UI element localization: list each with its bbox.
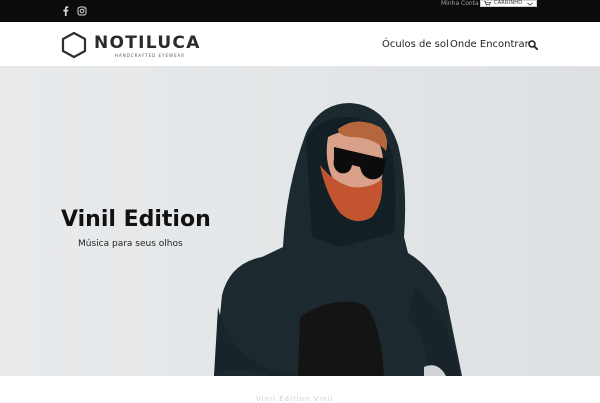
site-header: NOTILUCA HANDCRAFTED EYEWEAR Óculos de s… bbox=[0, 22, 600, 67]
top-bar: Minha Conta CARRINHO bbox=[0, 0, 600, 22]
hero-banner: Vinil Edition Música para seus olhos bbox=[0, 67, 600, 376]
search-icon[interactable] bbox=[528, 40, 538, 50]
hexagon-logo-icon[interactable] bbox=[61, 31, 87, 59]
instagram-icon[interactable] bbox=[76, 5, 88, 17]
logo-wordmark[interactable]: NOTILUCA bbox=[94, 34, 201, 53]
cart-label: CARRINHO bbox=[494, 0, 523, 6]
hero-subtitle: Música para seus olhos bbox=[78, 239, 183, 249]
chevron-down-icon bbox=[527, 2, 533, 6]
section-heading-partial: Vinil Edition Vinil bbox=[256, 395, 334, 403]
cart-button[interactable]: CARRINHO bbox=[480, 0, 537, 7]
my-account-link[interactable]: Minha Conta bbox=[441, 0, 479, 8]
logo-tagline: HANDCRAFTED EYEWEAR bbox=[115, 53, 186, 58]
nav-item-oculos-de-sol[interactable]: Óculos de sol bbox=[382, 38, 449, 51]
hero-title: Vinil Edition bbox=[61, 207, 211, 232]
cart-icon bbox=[484, 1, 491, 6]
facebook-icon[interactable] bbox=[60, 5, 72, 17]
below-hero-section: Vinil Edition Vinil bbox=[0, 376, 600, 403]
nav-item-onde-encontrar[interactable]: Onde Encontrar bbox=[450, 38, 529, 51]
